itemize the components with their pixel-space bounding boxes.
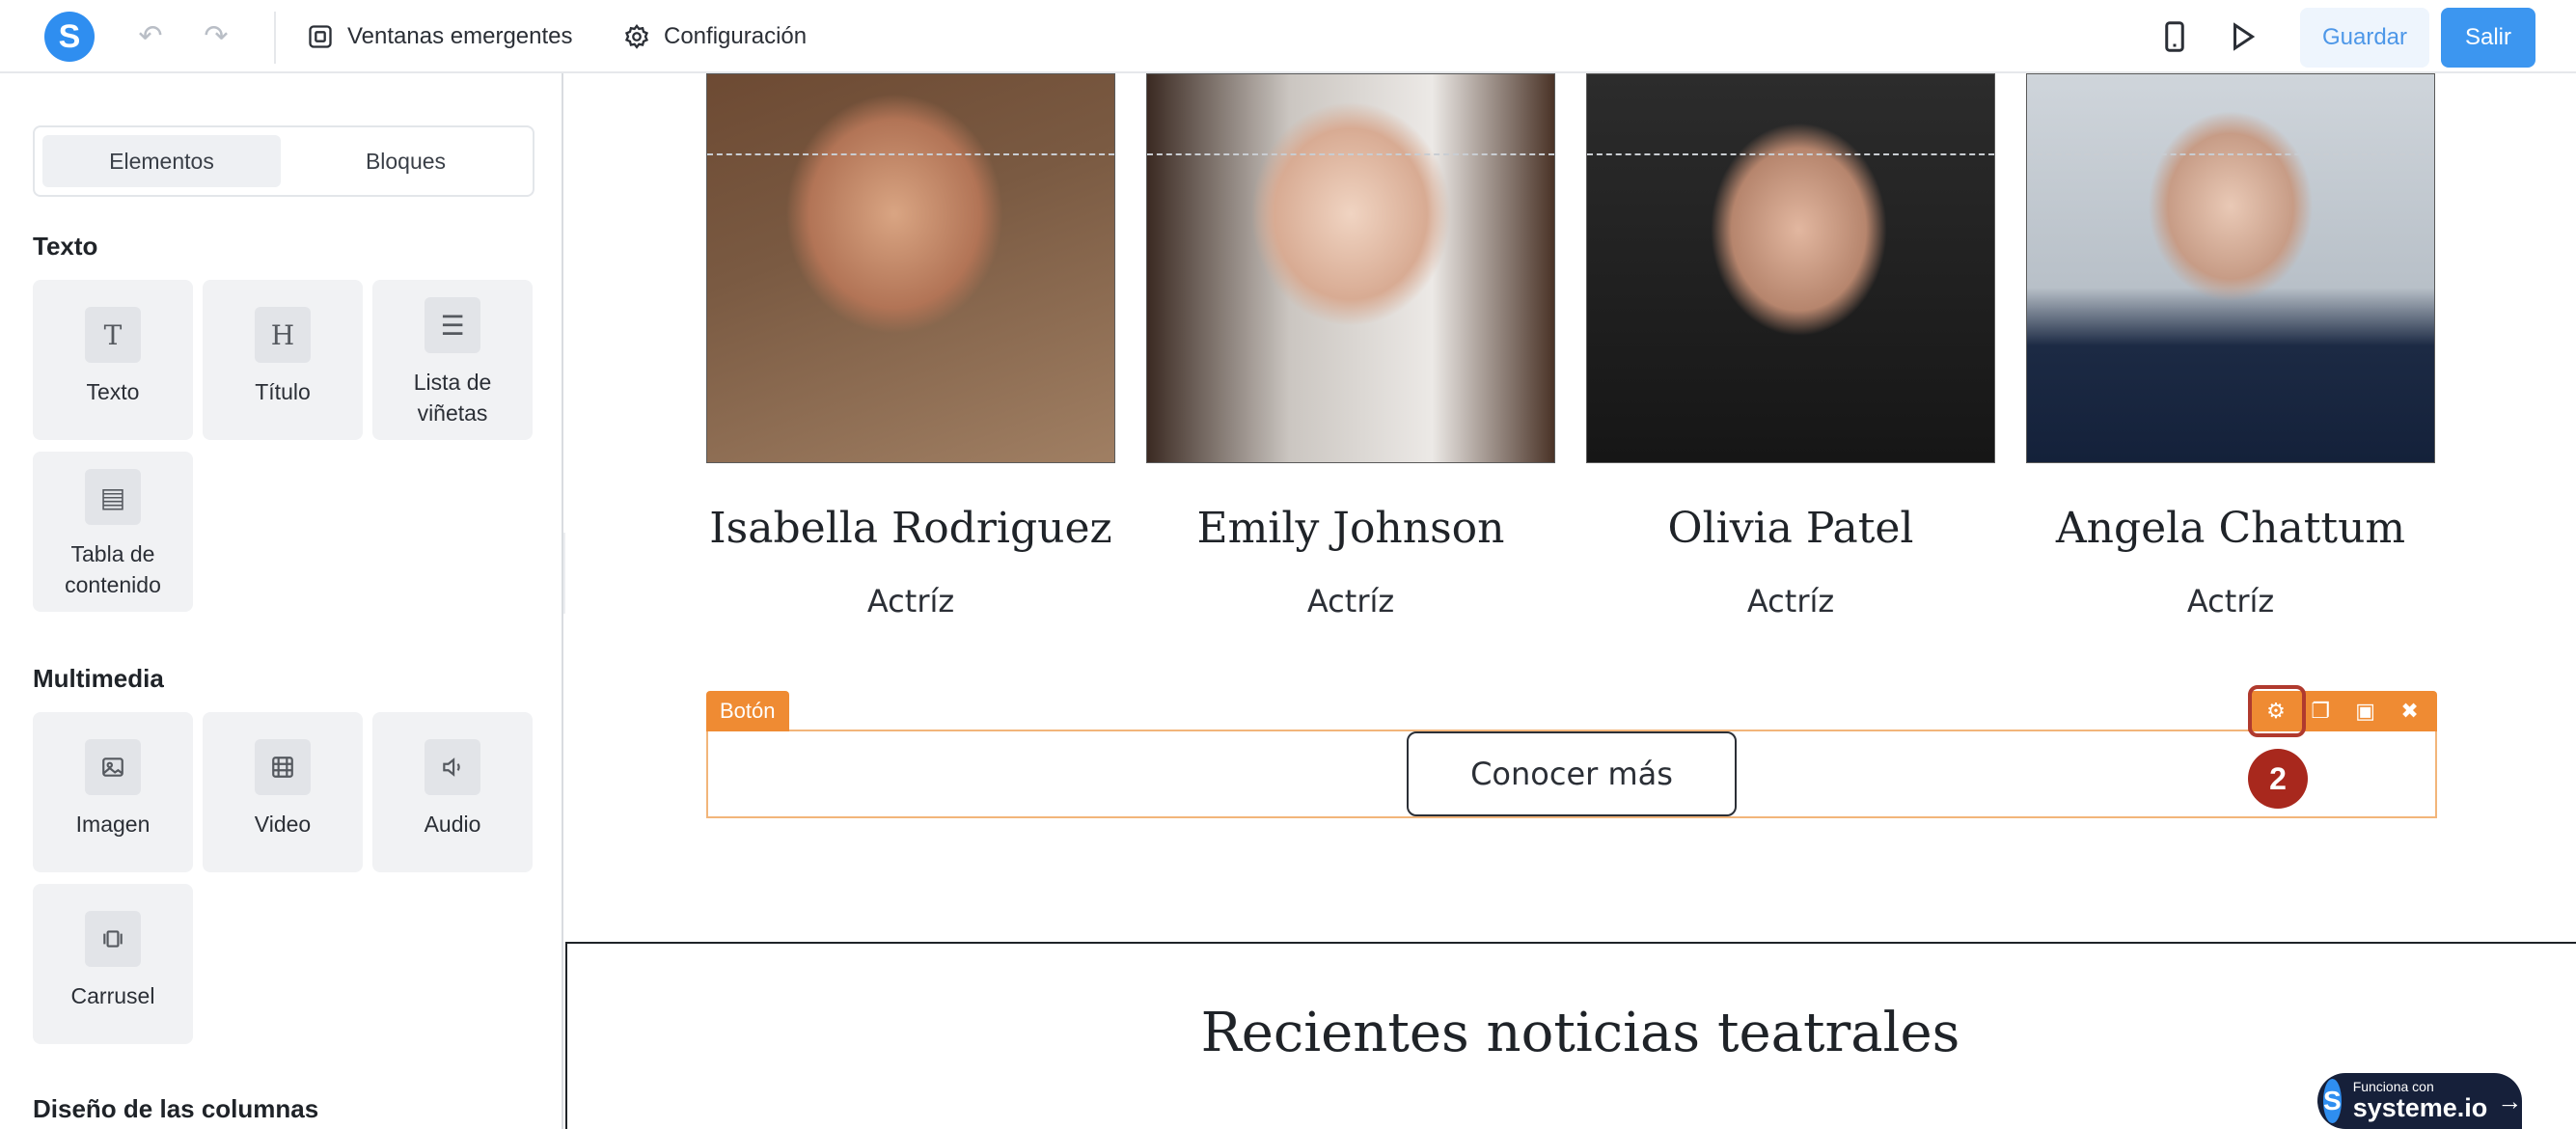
conocer-mas-button[interactable]: Conocer más [1407,731,1737,816]
sidebar-tabs: Elementos Bloques [33,125,534,197]
element-tile-carrusel[interactable]: Carrusel [33,884,193,1044]
team-photo-3[interactable] [1586,73,1995,463]
tile-label: Texto [86,379,140,404]
arrow-right-icon: → [2497,1086,2523,1115]
powered-by-badge[interactable]: S Funciona con systeme.io → [2317,1073,2522,1129]
top-toolbar: S ↶ ↷ Ventanas emergentes Configuración … [0,0,2576,73]
tile-label: Lista de viñetas [413,370,492,426]
table-of-contents-icon: ▤ [85,469,141,525]
systeme-logo[interactable]: S [44,12,95,62]
popup-icon [309,25,332,48]
badge-text: Funciona con systeme.io [2353,1080,2488,1121]
badge-small-text: Funciona con [2352,1079,2434,1095]
settings-button[interactable]: Configuración [623,19,807,54]
image-icon [85,739,141,795]
team-member-name[interactable]: Olivia Patel [1586,504,1995,553]
dashed-guide [707,153,1114,155]
element-type-tag: Botón [706,691,789,731]
duplicate-icon[interactable]: ❐ [2311,699,2330,724]
play-preview-icon[interactable] [2225,19,2260,54]
toolbar-divider [274,12,276,64]
page-editor-canvas: Isabella Rodriguez Emily Johnson Olivia … [565,73,2576,1129]
section-title-texto: Texto [33,232,98,261]
carousel-icon [85,911,141,967]
popups-label: Ventanas emergentes [347,23,573,49]
section-title-columnas: Diseño de las columnas [33,1094,319,1123]
element-tile-audio[interactable]: Audio [372,712,533,872]
team-member-role[interactable]: Actríz [706,583,1115,620]
tab-elementos[interactable]: Elementos [42,135,281,187]
tile-label: Carrusel [70,983,155,1008]
step-marker: 2 [2248,749,2308,809]
mobile-preview-icon[interactable] [2157,19,2192,54]
tile-label: Imagen [75,812,151,837]
team-member-name[interactable]: Angela Chattum [2026,504,2435,553]
audio-icon [425,739,480,795]
heading-icon: H [255,307,311,363]
dashed-guide [2027,153,2434,155]
systeme-badge-logo: S [2323,1079,2342,1123]
save-button[interactable]: Guardar [2300,8,2429,68]
dashed-guide [1147,153,1554,155]
tile-label: Tabla de contenido [65,541,161,597]
dashed-guide [1587,153,1994,155]
element-tile-titulo[interactable]: H Título [203,280,363,440]
tile-label: Audio [424,812,481,837]
exit-button[interactable]: Salir [2441,8,2535,68]
team-member-role[interactable]: Actríz [1146,583,1555,620]
text-icon: T [85,307,141,363]
section-title-multimedia: Multimedia [33,664,164,693]
save-icon[interactable]: ▣ [2355,699,2375,724]
news-title[interactable]: Recientes noticias teatrales [567,1002,2576,1064]
team-member-name[interactable]: Emily Johnson [1146,504,1555,553]
undo-icon[interactable]: ↶ [133,19,168,54]
element-tile-lista[interactable]: ☰ Lista de viñetas [372,280,533,440]
element-tile-tabla[interactable]: ▤ Tabla de contenido [33,452,193,612]
settings-label: Configuración [664,23,808,49]
team-photo-1[interactable] [706,73,1115,463]
redo-icon[interactable]: ↷ [199,19,233,54]
popups-button[interactable]: Ventanas emergentes [307,19,573,54]
bullet-list-icon: ☰ [425,297,480,353]
team-photo-4[interactable] [2026,73,2435,463]
news-section: Recientes noticias teatrales [565,942,2576,1129]
team-member-role[interactable]: Actríz [1586,583,1995,620]
trash-icon[interactable]: ✖ [2400,699,2418,724]
tile-label: Video [254,812,312,837]
element-tile-imagen[interactable]: Imagen [33,712,193,872]
element-tile-texto[interactable]: T Texto [33,280,193,440]
tile-label: Título [255,379,311,404]
element-tile-video[interactable]: Video [203,712,363,872]
elements-sidebar: Elementos Bloques Texto T Texto H Título… [0,73,563,1129]
badge-brand: systeme.io [2352,1093,2488,1123]
tab-bloques[interactable]: Bloques [287,135,525,187]
team-member-name[interactable]: Isabella Rodriguez [706,504,1115,553]
video-icon [255,739,311,795]
gear-icon [624,24,649,49]
gear-highlight-ring [2248,685,2306,737]
team-member-role[interactable]: Actríz [2026,583,2435,620]
team-photo-2[interactable] [1146,73,1555,463]
